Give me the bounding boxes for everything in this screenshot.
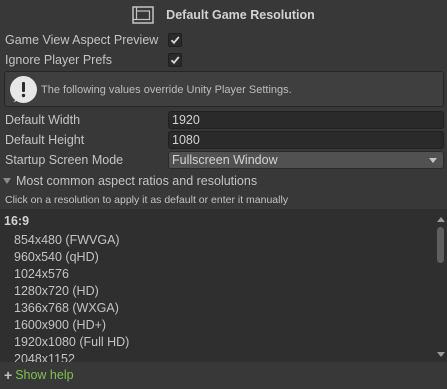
scroll-up-icon[interactable] [437, 217, 445, 222]
ignore-prefs-checkbox[interactable] [168, 53, 182, 67]
default-height-field[interactable]: 1080 [168, 131, 444, 149]
startup-mode-value: Fullscreen Window [172, 153, 278, 167]
ignore-prefs-row: Ignore Player Prefs [0, 50, 447, 70]
default-width-field[interactable]: 1920 [168, 111, 444, 129]
resolution-item[interactable]: 1024x576 [14, 266, 129, 283]
header: Default Game Resolution [0, 0, 447, 30]
instruction-text: Click on a resolution to apply it as def… [5, 194, 289, 206]
aspect-preview-checkbox[interactable] [168, 33, 182, 47]
resolution-item[interactable]: 960x540 (qHD) [14, 249, 129, 266]
resolution-item[interactable]: 1280x720 (HD) [14, 283, 129, 300]
plus-icon: + [4, 367, 13, 383]
aspect-ratios-foldout[interactable]: Most common aspect ratios and resolution… [3, 172, 257, 190]
resolution-list-panel[interactable]: 16:9 854x480 (FWVGA) 960x540 (qHD) 1024x… [0, 209, 447, 362]
resolution-item[interactable]: 2048x1152 [14, 351, 129, 362]
startup-mode-dropdown[interactable]: Fullscreen Window [168, 151, 444, 169]
checkmark-icon [170, 36, 180, 45]
info-icon [10, 76, 37, 103]
aspect-group-header: 16:9 [4, 214, 30, 228]
resolution-item[interactable]: 854x480 (FWVGA) [14, 232, 129, 249]
resolution-icon [132, 6, 154, 24]
scroll-down-icon[interactable] [437, 352, 445, 357]
foldout-label: Most common aspect ratios and resolution… [16, 174, 258, 188]
show-help-label: Show help [15, 368, 74, 382]
resolution-item[interactable]: 1366x768 (WXGA) [14, 300, 129, 317]
info-help-box: The following values override Unity Play… [4, 71, 444, 107]
ignore-prefs-label: Ignore Player Prefs [5, 53, 112, 67]
resolution-list: 854x480 (FWVGA) 960x540 (qHD) 1024x576 1… [14, 232, 129, 362]
default-height-label: Default Height [5, 133, 85, 147]
resolution-item[interactable]: 1920x1080 (Full HD) [14, 334, 129, 351]
chevron-down-icon [429, 158, 437, 163]
scrollbar-thumb[interactable] [437, 227, 444, 263]
default-width-row: Default Width 1920 [0, 110, 447, 130]
vertical-scrollbar[interactable] [434, 209, 447, 362]
resolution-item[interactable]: 1600x900 (HD+) [14, 317, 129, 334]
show-help-button[interactable]: + Show help [4, 367, 74, 383]
foldout-arrow-icon [3, 178, 11, 184]
page-title: Default Game Resolution [166, 8, 315, 22]
aspect-preview-row: Game View Aspect Preview [0, 30, 447, 50]
checkmark-icon [170, 56, 180, 65]
help-text: The following values override Unity Play… [41, 84, 292, 96]
default-width-label: Default Width [5, 113, 81, 127]
startup-mode-row: Startup Screen Mode Fullscreen Window [0, 150, 447, 170]
default-height-row: Default Height 1080 [0, 130, 447, 150]
aspect-preview-label: Game View Aspect Preview [5, 33, 159, 47]
startup-mode-label: Startup Screen Mode [5, 153, 124, 167]
